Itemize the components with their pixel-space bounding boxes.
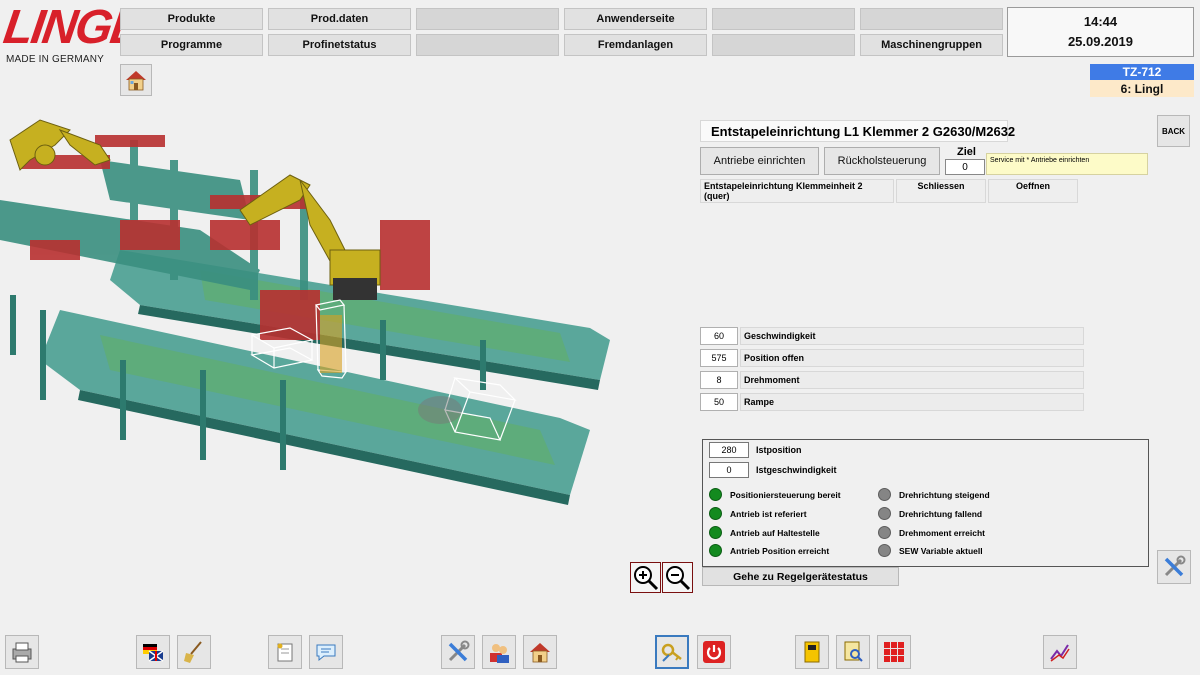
trend-chart-icon xyxy=(1050,644,1070,662)
speech-bubble-icon xyxy=(316,644,336,662)
ziel-label: Ziel xyxy=(957,146,976,158)
zoom-in-icon xyxy=(634,566,659,591)
nav-programme-button[interactable]: Programme xyxy=(120,34,263,56)
nav-empty-button xyxy=(860,8,1003,30)
drive-status-panel: 280 Istposition 0 Istgeschwindigkeit Pos… xyxy=(702,439,1149,567)
broom-icon xyxy=(184,641,202,663)
station-id: TZ-712 xyxy=(1090,64,1194,80)
status-led-green xyxy=(709,544,722,557)
istgeschwindigkeit-value: 0 xyxy=(709,462,749,478)
nav-empty-button xyxy=(416,8,559,30)
printer-icon xyxy=(12,642,32,663)
home-icon xyxy=(530,643,550,663)
status-label: Antrieb ist referiert xyxy=(730,509,807,519)
nav-fremdanlagen-button[interactable]: Fremdanlagen xyxy=(564,34,707,56)
antriebe-einrichten-button[interactable]: Antriebe einrichten xyxy=(700,147,819,175)
istgeschwindigkeit-label: Istgeschwindigkeit xyxy=(756,465,837,475)
key-icon xyxy=(661,643,682,662)
istposition-value: 280 xyxy=(709,442,749,458)
nav-anwenderseite-button[interactable]: Anwenderseite xyxy=(564,8,707,30)
nav-produkte-button[interactable]: Produkte xyxy=(120,8,263,30)
home-toolbar-button[interactable] xyxy=(523,635,557,669)
zoom-out-button[interactable] xyxy=(662,562,693,593)
zoom-out-icon xyxy=(666,566,691,591)
rueckholsteuerung-button[interactable]: Rückholsteuerung xyxy=(824,147,940,175)
oeffnen-cell[interactable]: Oeffnen xyxy=(988,179,1078,203)
binder-button[interactable] xyxy=(795,635,829,669)
tools-icon xyxy=(448,640,470,662)
grid-icon xyxy=(884,642,904,662)
login-key-button[interactable] xyxy=(655,635,689,669)
tools-icon xyxy=(1164,555,1186,577)
status-label: SEW Variable aktuell xyxy=(899,546,983,556)
print-button[interactable] xyxy=(5,635,39,669)
power-icon xyxy=(703,641,725,663)
logo-subtitle: MADE IN GERMANY xyxy=(6,54,105,65)
nav-empty-button xyxy=(712,8,855,30)
status-led-green xyxy=(709,526,722,539)
nav-prod-daten-button[interactable]: Prod.daten xyxy=(268,8,411,30)
service-note: Service mit * Antriebe einrichten xyxy=(986,153,1148,175)
clock-time: 14:44 xyxy=(1083,14,1118,29)
grid-view-button[interactable] xyxy=(877,635,911,669)
param-label: Geschwindigkeit xyxy=(740,327,1084,345)
status-label: Drehmoment erreicht xyxy=(899,528,985,538)
param-value[interactable]: 8 xyxy=(700,371,738,389)
status-label: Antrieb Position erreicht xyxy=(730,546,830,556)
schliessen-cell[interactable]: Schliessen xyxy=(896,179,986,203)
status-label: Drehrichtung fallend xyxy=(899,509,983,519)
status-label: Drehrichtung steigend xyxy=(899,490,990,500)
service-tools-button[interactable] xyxy=(441,635,475,669)
status-led-green xyxy=(709,507,722,520)
back-button[interactable]: BACK xyxy=(1157,115,1190,147)
binder-icon xyxy=(804,641,820,663)
status-label: Antrieb auf Haltestelle xyxy=(730,528,820,538)
nav-maschinengruppen-button[interactable]: Maschinengruppen xyxy=(860,34,1003,56)
nav-empty-button xyxy=(416,34,559,56)
note-button[interactable] xyxy=(268,635,302,669)
nav-profinetstatus-button[interactable]: Profinetstatus xyxy=(268,34,411,56)
lingl-logo: LINGL MADE IN GERMANY xyxy=(0,1,141,65)
language-flag-icon xyxy=(143,644,164,662)
status-led-gray xyxy=(878,488,891,501)
document-search-icon xyxy=(844,641,863,662)
zoom-in-button[interactable] xyxy=(630,562,661,593)
language-button[interactable] xyxy=(136,635,170,669)
param-label: Position offen xyxy=(740,349,1084,367)
param-value[interactable]: 50 xyxy=(700,393,738,411)
trend-button[interactable] xyxy=(1043,635,1077,669)
status-led-gray xyxy=(878,507,891,520)
home-icon xyxy=(126,71,146,91)
status-led-gray xyxy=(878,544,891,557)
status-led-green xyxy=(709,488,722,501)
tools-button[interactable] xyxy=(1157,550,1191,584)
home-button[interactable] xyxy=(120,64,152,96)
clock-date: 25.09.2019 xyxy=(1067,34,1134,49)
nav-empty-button xyxy=(712,34,855,56)
page-title: Entstapeleinrichtung L1 Klemmer 2 G2630/… xyxy=(700,120,1015,142)
station-user: 6: Lingl xyxy=(1090,80,1194,97)
param-value[interactable]: 60 xyxy=(700,327,738,345)
param-label: Rampe xyxy=(740,393,1084,411)
message-button[interactable] xyxy=(309,635,343,669)
note-icon xyxy=(277,643,293,662)
goto-regelgeraetestatus-button[interactable]: Gehe zu Regelgerätestatus xyxy=(702,567,899,586)
clean-button[interactable] xyxy=(177,635,211,669)
drive-name-cell: Entstapeleinrichtung Klemmeinheit 2 (que… xyxy=(700,179,894,203)
power-button[interactable] xyxy=(697,635,731,669)
param-value[interactable]: 575 xyxy=(700,349,738,367)
clock-panel: 14:44 25.09.2019 xyxy=(1007,7,1194,57)
ziel-input[interactable]: 0 xyxy=(945,159,985,175)
machine-3d-view[interactable] xyxy=(0,100,620,520)
users-icon xyxy=(490,644,509,663)
document-search-button[interactable] xyxy=(836,635,870,669)
param-label: Drehmoment xyxy=(740,371,1084,389)
status-label: Positioniersteuerung bereit xyxy=(730,490,841,500)
users-button[interactable] xyxy=(482,635,516,669)
istposition-label: Istposition xyxy=(756,445,802,455)
status-led-gray xyxy=(878,526,891,539)
